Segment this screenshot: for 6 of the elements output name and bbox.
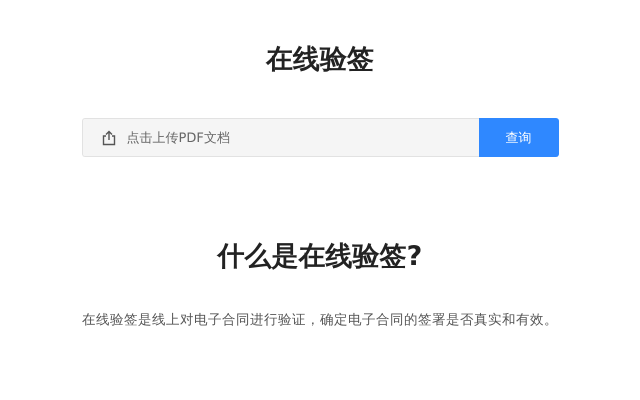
section-heading: 什么是在线验签? xyxy=(218,240,422,274)
page-title: 在线验签 xyxy=(266,43,374,77)
query-button[interactable]: 查询 xyxy=(478,118,558,157)
upload-icon xyxy=(100,130,116,146)
upload-field[interactable]: 点击上传PDF文档 xyxy=(82,118,478,157)
description-text: 在线验签是线上对电子合同进行验证，确定电子合同的签署是否真实和有效。 xyxy=(82,311,558,329)
